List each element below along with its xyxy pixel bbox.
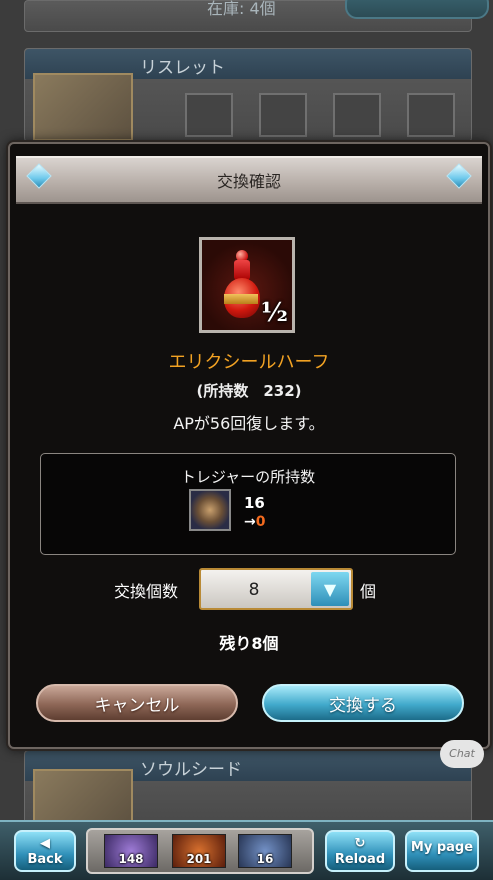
item-name: エリクシールハーフ [168,352,330,373]
treasure-current: 16 [244,494,265,512]
bg-row-title: リスレット [140,58,225,78]
potion-bottle-neck [234,260,250,280]
chat-button[interactable]: Chat [440,740,484,768]
chevron-down-icon[interactable]: ▼ [311,572,349,606]
treasure-panel: トレジャーの所持数 16 →0 [40,453,456,555]
tray-item-slot[interactable]: 148 [104,834,158,868]
dialog-title: 交換確認 [216,172,281,191]
owned-count: (所持数 232) [196,382,302,400]
bg-item-thumb [33,73,133,141]
cancel-button[interactable]: キャンセル [36,684,238,722]
exchange-button[interactable]: 交換する [262,684,464,722]
bg-slot [407,93,455,137]
bg-slot [185,93,233,137]
reload-button[interactable]: ↻ Reload [325,830,395,872]
item-tray: 148 201 16 [86,828,314,874]
bg-slot [333,93,381,137]
reload-icon: ↻ [354,836,366,851]
tray-item-slot[interactable]: 201 [172,834,226,868]
dialog-header: 交換確認 [16,156,482,204]
exchange-confirm-dialog: 交換確認 ½ エリクシールハーフ (所持数 232) APが56回復します。 ト… [8,142,490,749]
quantity-value: 8 [248,580,260,600]
bg-row-top: 在庫: 4個 [24,0,489,32]
back-button[interactable]: ◀ Back [14,830,76,872]
arrow-right-icon: → [244,514,256,530]
half-badge: ½ [260,298,288,328]
treasure-icon [189,489,231,531]
reload-label: Reload [334,852,386,867]
item-description: APが56回復します。 [173,414,325,433]
footer-nav: ◀ Back 148 201 16 ↻ Reload My page [0,820,493,880]
tray-item-count: 148 [118,852,144,866]
potion-bottle-label [224,294,258,304]
bg-exchange-button [345,0,489,19]
tray-item-count: 201 [186,852,212,866]
arrow-left-icon: ◀ [40,836,50,851]
bg-row-bracelet: リスレット [24,48,472,142]
tray-item-slot[interactable]: 16 [238,834,292,868]
tray-item-count: 16 [256,852,274,866]
quantity-label: 交換個数 [114,582,179,601]
treasure-title: トレジャーの所持数 [180,468,316,486]
remaining-count: 残り8個 [219,634,279,653]
treasure-after-value: 0 [255,514,266,530]
back-label: Back [27,852,63,867]
item-image: ½ [199,237,295,333]
bg-row-title: ソウルシード [140,760,242,780]
mypage-button[interactable]: My page [405,830,479,872]
treasure-after: →0 [244,514,265,530]
mypage-label: My page [410,840,474,855]
quantity-select[interactable]: 8 ▼ [199,568,353,610]
bg-slot [259,93,307,137]
bg-stock-text: 在庫: 4個 [207,0,276,18]
bg-row-soulseed: ソウルシード [24,750,472,829]
quantity-unit: 個 [360,582,377,601]
